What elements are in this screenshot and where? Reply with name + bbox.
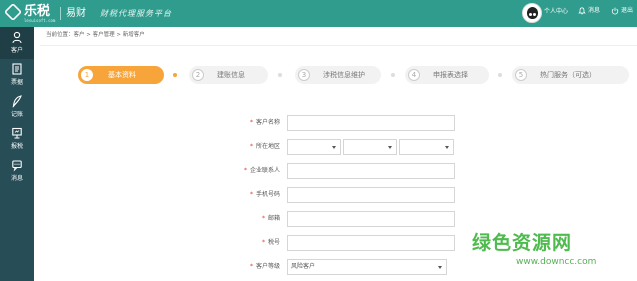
chevron-down-icon (438, 266, 442, 269)
power-icon (611, 7, 619, 15)
chat-icon (12, 160, 22, 172)
sidebar-item-customer[interactable]: 客户 (0, 27, 34, 59)
step-number: 3 (298, 69, 310, 81)
tax-id-label: * 税号 (261, 239, 280, 246)
logout-button[interactable]: 退出 (611, 5, 633, 17)
step-account-info[interactable]: 2 建账信息 (189, 66, 268, 84)
sidebar-item-label: 报税 (10, 143, 23, 150)
email-label: * 邮箱 (261, 215, 280, 222)
customer-name-input[interactable] (287, 115, 455, 131)
step-label: 热门服务（可选） (540, 71, 596, 79)
phone-label: * 手机号码 (249, 191, 280, 198)
person-icon (12, 31, 22, 44)
contact-label: * 企业联系人 (243, 167, 280, 174)
message-label: 消息 (588, 7, 601, 14)
chevron-down-icon (332, 146, 336, 149)
phone-input[interactable] (287, 187, 455, 203)
step-label: 申报表选择 (433, 71, 468, 79)
brand-name: 易财 (66, 8, 86, 19)
step-connector-dot (498, 73, 502, 77)
user-center-label: 个人中心 (544, 8, 569, 15)
step-label: 涉税信息维护 (323, 71, 365, 79)
step-tax-info[interactable]: 3 涉税信息维护 (295, 66, 381, 84)
sidebar-item-label: 消息 (10, 175, 23, 182)
document-icon (12, 63, 22, 75)
header-divider (60, 7, 61, 20)
tax-id-input[interactable] (287, 235, 455, 251)
chevron-down-icon (388, 146, 392, 149)
email-input[interactable] (287, 211, 455, 227)
province-select[interactable] (287, 139, 341, 155)
customer-level-select[interactable]: 风险客户 (287, 259, 447, 275)
city-select[interactable] (343, 139, 397, 155)
customer-name-label: * 客户名称 (249, 119, 280, 126)
step-label: 基本资料 (108, 71, 136, 79)
step-connector-dot (278, 73, 282, 77)
step-number: 1 (81, 69, 93, 81)
district-select[interactable] (399, 139, 454, 155)
sidebar-item-messages[interactable]: 消息 (0, 155, 34, 187)
top-bar: 乐税 lesuisoft.com 易财 财税代理服务平台 个人中心 消息 退出 (0, 0, 637, 27)
step-number: 4 (408, 69, 420, 81)
contact-input[interactable] (287, 163, 455, 179)
sidebar-item-label: 记账 (10, 111, 23, 118)
chevron-down-icon (445, 146, 449, 149)
watermark-title: 绿色资源网 (472, 232, 573, 254)
step-report-select[interactable]: 4 申报表选择 (405, 66, 489, 84)
slogan: 财税代理服务平台 (100, 9, 172, 18)
bell-icon (578, 7, 586, 15)
breadcrumb: 当前位置：客户 > 客户管理 > 新增客户 (46, 32, 145, 38)
logo[interactable]: 乐税 lesuisoft.com (3, 2, 55, 23)
step-hot-services[interactable]: 5 热门服务（可选） (512, 66, 629, 84)
step-basic-info[interactable]: 1 基本资料 (78, 66, 164, 84)
level-label: * 客户等级 (249, 263, 280, 270)
step-connector-dot (391, 73, 395, 77)
sidebar-item-label: 客户 (10, 47, 23, 54)
logout-label: 退出 (621, 7, 634, 14)
step-label: 建账信息 (217, 71, 245, 79)
sidebar-item-tax-filing[interactable]: 报税 (0, 123, 34, 155)
sidebar-item-receipts[interactable]: 票据 (0, 59, 34, 91)
step-connector-dot (173, 73, 177, 77)
monitor-icon (12, 127, 22, 139)
message-button[interactable]: 消息 (578, 5, 600, 17)
avatar[interactable] (522, 3, 542, 23)
feather-pen-icon (12, 95, 22, 108)
region-label: * 所在地区 (249, 143, 280, 150)
logo-subtext: lesuisoft.com (24, 18, 56, 23)
customer-level-value: 风险客户 (291, 263, 316, 270)
logo-mark-icon (3, 2, 23, 22)
sidebar: 客户 票据 记账 报税 消息 (0, 27, 34, 281)
step-number: 5 (515, 69, 527, 81)
divider (40, 45, 637, 46)
watermark-url: www.downcc.com (516, 257, 597, 267)
step-progress: 1 基本资料 2 建账信息 3 涉税信息维护 4 申报表选择 5 热门服务（可选… (78, 66, 633, 86)
step-number: 2 (192, 69, 204, 81)
sidebar-item-label: 票据 (10, 79, 23, 86)
sidebar-item-bookkeeping[interactable]: 记账 (0, 91, 34, 123)
avatar-face-icon (527, 7, 538, 19)
